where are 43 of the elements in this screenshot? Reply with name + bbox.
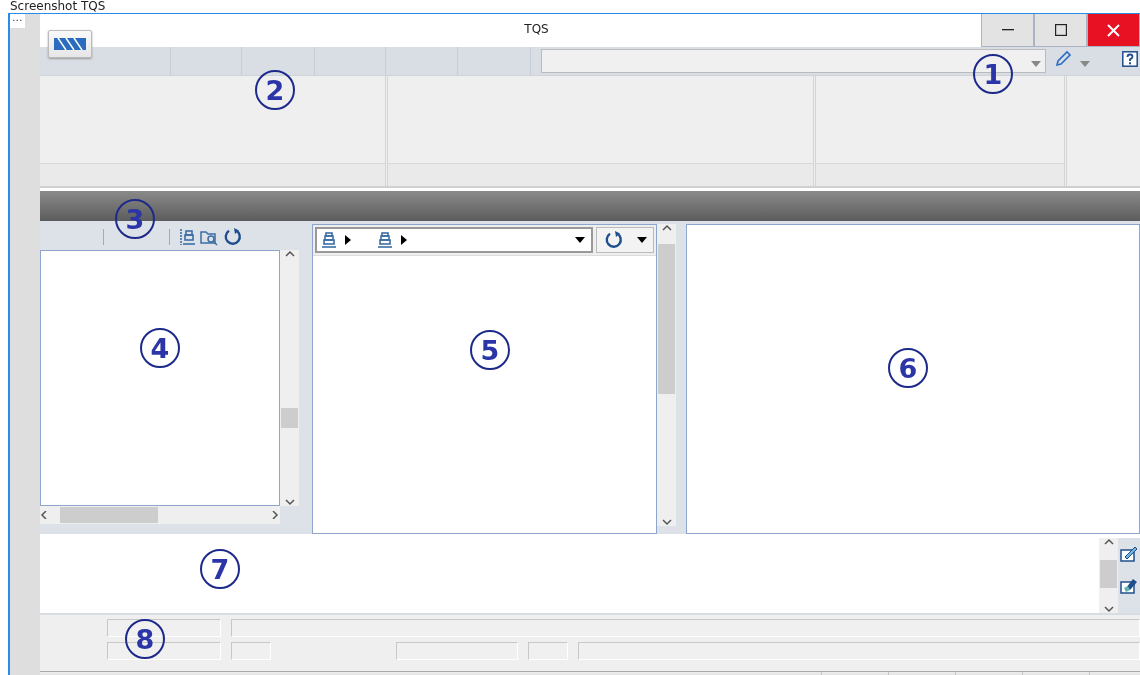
- scrollbar-thumb[interactable]: [281, 408, 298, 428]
- scrollbar-thumb[interactable]: [60, 507, 158, 523]
- building-icon[interactable]: [376, 231, 394, 249]
- callout-number: 8: [125, 619, 165, 659]
- stripes-logo-icon: [54, 38, 86, 50]
- breadcrumb-arrow-icon[interactable]: [400, 235, 408, 245]
- maximize-button[interactable]: [1034, 14, 1087, 47]
- application-button[interactable]: [48, 30, 92, 58]
- callout-number: 2: [255, 70, 295, 110]
- scrollbar-thumb[interactable]: [1100, 560, 1117, 588]
- pencil-icon[interactable]: [1054, 50, 1072, 68]
- callout-number: 5: [470, 330, 510, 370]
- close-icon: [1107, 23, 1120, 37]
- folder-search-icon[interactable]: [200, 228, 220, 246]
- window-title: TQS: [523, 21, 550, 38]
- building-icon[interactable]: [179, 228, 197, 246]
- edit-icon[interactable]: [1120, 544, 1138, 562]
- callout-number: 7: [200, 549, 240, 589]
- maximize-icon: [1054, 24, 1067, 36]
- status-field: [528, 642, 568, 660]
- dropdown-arrow-icon[interactable]: [575, 237, 585, 243]
- building-icon[interactable]: [320, 231, 338, 249]
- callout-number: 1: [973, 54, 1013, 94]
- refresh-icon[interactable]: [603, 230, 624, 250]
- close-button[interactable]: [1087, 14, 1140, 47]
- help-icon[interactable]: [1122, 51, 1138, 67]
- minimize-icon: [1001, 29, 1014, 31]
- callout-number: 4: [140, 328, 180, 368]
- callout-number: 6: [888, 348, 928, 388]
- menu-dots[interactable]: ...: [10, 14, 25, 28]
- dropdown-arrow-icon[interactable]: [636, 237, 647, 243]
- refresh-icon[interactable]: [223, 227, 243, 247]
- horizontal-scrollbar[interactable]: [40, 506, 280, 524]
- vertical-scrollbar[interactable]: [1099, 538, 1118, 613]
- vertical-scrollbar[interactable]: [280, 250, 299, 506]
- refresh-button[interactable]: [596, 227, 654, 253]
- brush-icon[interactable]: [1120, 576, 1138, 594]
- scrollbar-thumb[interactable]: [658, 244, 675, 394]
- breadcrumb-arrow-icon[interactable]: [344, 235, 352, 245]
- screenshot-caption: Screenshot TQS: [9, 0, 107, 13]
- breadcrumb-field[interactable]: [315, 227, 593, 253]
- vertical-scrollbar[interactable]: [657, 224, 676, 526]
- status-field: [231, 642, 271, 660]
